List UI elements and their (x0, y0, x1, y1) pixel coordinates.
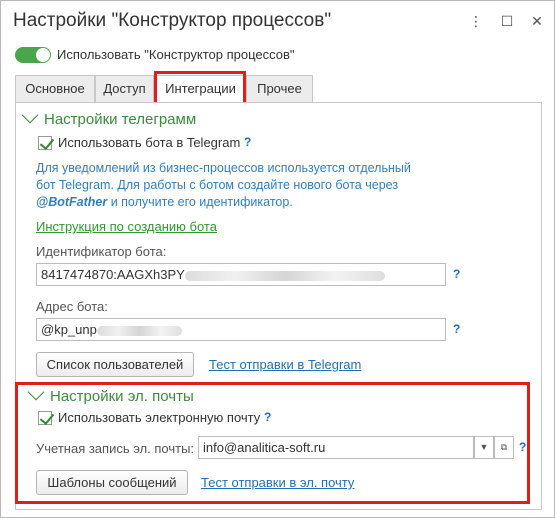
use-bot-help[interactable]: ? (244, 135, 251, 149)
bot-id-help[interactable]: ? (453, 267, 460, 281)
window-title: Настройки "Конструктор процессов" (13, 10, 332, 31)
blurred-token (184, 270, 385, 281)
blurred-address (96, 325, 182, 336)
maximize-icon[interactable]: ☐ (498, 12, 516, 30)
tab-main[interactable]: Основное (15, 75, 95, 102)
title-bar: Настройки "Конструктор процессов" ⋮ ☐ ✕ (1, 1, 554, 41)
tab-other[interactable]: Прочее (246, 75, 313, 102)
telegram-info-line3: @BotFather и получите его идентификатор. (36, 194, 293, 210)
telegram-header-label: Настройки телеграмм (44, 111, 197, 128)
instruction-link[interactable]: Инструкция по созданию бота (36, 219, 217, 234)
bot-address-input[interactable]: @kp_unp (36, 318, 446, 341)
bot-id-value: 8417474870:AAGXh3PY (41, 267, 185, 282)
bot-address-help[interactable]: ? (453, 322, 460, 336)
telegram-section-header[interactable]: Настройки телеграмм (21, 106, 197, 128)
use-constructor-toggle[interactable] (15, 47, 51, 63)
tab-access[interactable]: Доступ (95, 75, 154, 102)
bot-id-caption: Идентификатор бота: (36, 244, 167, 259)
more-vertical-icon[interactable]: ⋮ (467, 12, 485, 30)
settings-window: Настройки "Конструктор процессов" ⋮ ☐ ✕ … (0, 0, 555, 518)
use-bot-checkbox[interactable] (38, 136, 52, 150)
telegram-info-line2: бот Telegram. Для работы с ботом создайт… (36, 178, 399, 192)
close-icon[interactable]: ✕ (528, 12, 546, 30)
use-bot-label: Использовать бота в Telegram (58, 135, 241, 150)
chevron-down-icon (21, 106, 39, 124)
botfather-mention: @BotFather (36, 195, 108, 209)
bot-address-value: @kp_unp (41, 322, 97, 337)
users-list-button[interactable]: Список пользователей (36, 352, 194, 377)
email-highlight-frame (15, 382, 530, 504)
telegram-test-link[interactable]: Тест отправки в Telegram (209, 357, 361, 372)
use-constructor-label: Использовать "Конструктор процессов" (57, 47, 295, 62)
bot-id-input[interactable]: 8417474870:AAGXh3PY (36, 263, 446, 286)
bot-address-caption: Адрес бота: (36, 299, 108, 314)
telegram-info-line3-rest: и получите его идентификатор. (107, 195, 293, 209)
toggle-knob (36, 48, 50, 62)
telegram-info-line1: Для уведомлений из бизнес-процессов испо… (36, 161, 411, 175)
